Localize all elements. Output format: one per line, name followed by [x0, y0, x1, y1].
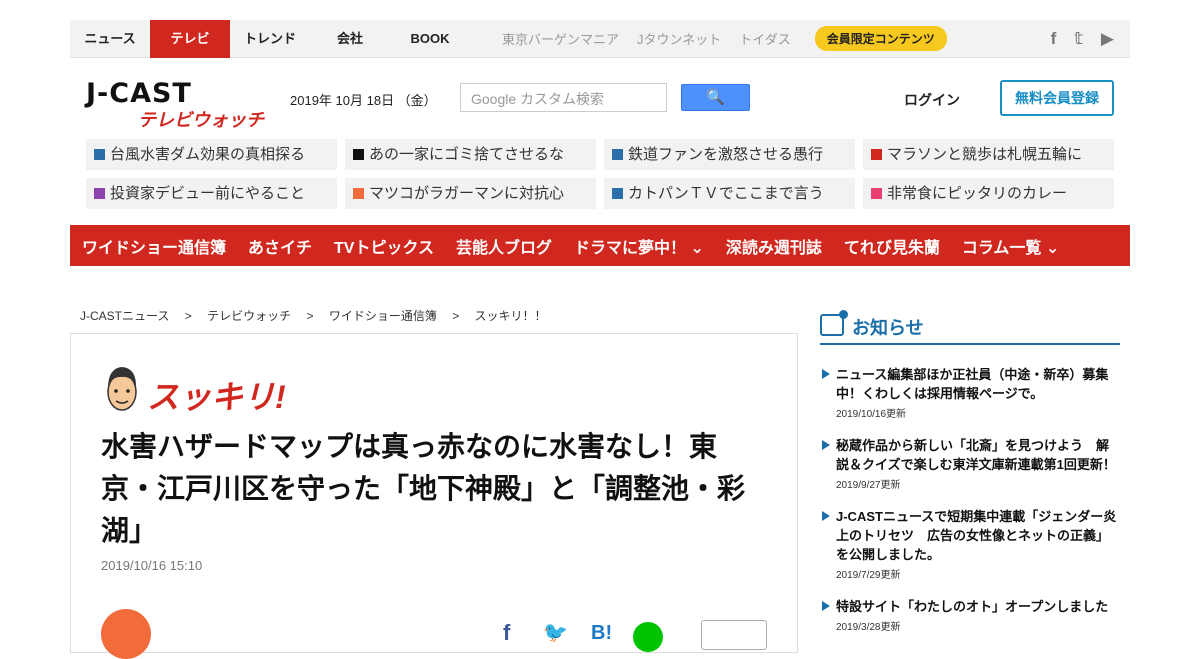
- article-headline: 水害ハザードマップは真っ赤なのに水害なし！東京・江戸川区を守った「地下神殿」と「…: [101, 431, 746, 546]
- topic-item[interactable]: 台風水害ダム効果の真相探る: [86, 139, 337, 170]
- nav-weekly-magazine[interactable]: 深読み週刊誌: [726, 234, 822, 258]
- facebook-icon[interactable]: f: [1051, 29, 1057, 49]
- search-button[interactable]: 🔍: [681, 84, 750, 111]
- topic-item[interactable]: あの一家にゴミ捨てさせるな: [345, 139, 596, 170]
- site-logo[interactable]: J-CAST テレビウォッチ: [86, 78, 266, 130]
- notice-date: 2019/9/27更新: [836, 480, 901, 491]
- breadcrumb-separator: >: [452, 309, 460, 323]
- breadcrumb-separator: >: [306, 309, 314, 323]
- notices-header: お知らせ: [820, 306, 1120, 345]
- bookmark-button[interactable]: [701, 620, 767, 650]
- topic-color-marker: [871, 149, 882, 160]
- topic-item[interactable]: マツコがラガーマンに対抗心: [345, 178, 596, 209]
- sidebar-notices: お知らせ ニュース編集部ほか正社員（中途・新卒）募集中！くわしくは採用情報ページ…: [820, 306, 1120, 633]
- author-avatar: [101, 609, 151, 659]
- logo-main: J-CAST: [86, 78, 192, 109]
- topic-item[interactable]: マラソンと競歩は札幌五輪に: [863, 139, 1114, 170]
- notice-title: 秘蔵作品から新しい「北斎」を見つけよう 解説＆クイズで楽しむ東洋文庫新連載第1回…: [836, 438, 1116, 472]
- breadcrumb-sukkiri[interactable]: スッキリ！！: [475, 309, 547, 323]
- breadcrumb: J-CASTニュース > テレビウォッチ > ワイドショー通信簿 > スッキリ！…: [80, 307, 559, 324]
- topic-color-marker: [871, 188, 882, 199]
- register-button[interactable]: 無料会員登録: [1000, 80, 1114, 116]
- search-input[interactable]: Google カスタム検索: [460, 83, 667, 112]
- breadcrumb-tvwatch[interactable]: テレビウォッチ: [207, 309, 291, 323]
- notice-item[interactable]: ニュース編集部ほか正社員（中途・新卒）募集中！くわしくは採用情報ページで。 20…: [820, 365, 1120, 420]
- article-card: スッキリ! 水害ハザードマップは真っ赤なのに水害なし！東京・江戸川区を守った「地…: [70, 333, 798, 659]
- logo-sub: テレビウォッチ: [138, 110, 264, 130]
- topic-item[interactable]: 非常食にピッタリのカレー: [863, 178, 1114, 209]
- topnav-bargain[interactable]: 東京バーゲンマニア: [502, 29, 619, 48]
- host-caricature-icon: [107, 367, 137, 411]
- share-line-icon[interactable]: [633, 622, 663, 652]
- notice-icon: [820, 310, 848, 336]
- notice-item[interactable]: 秘蔵作品から新しい「北斎」を見つけよう 解説＆クイズで楽しむ東洋文庫新連載第1回…: [820, 436, 1120, 491]
- notice-title: ニュース編集部ほか正社員（中途・新卒）募集中！くわしくは採用情報ページで。: [836, 367, 1109, 401]
- topnav-company[interactable]: 会社: [310, 20, 390, 58]
- nav-tv-topics[interactable]: TVトピックス: [334, 234, 434, 258]
- top-nav: ニュース テレビ トレンド 会社 BOOK 東京バーゲンマニア Jタウンネット …: [70, 19, 1130, 58]
- topic-color-marker: [94, 149, 105, 160]
- nav-terebi-mishuran[interactable]: てれび見朱蘭: [844, 234, 940, 258]
- share-hatena-icon[interactable]: B!: [591, 622, 612, 645]
- topic-grid: 台風水害ダム効果の真相探る あの一家にゴミ捨てさせるな 鉄道ファンを激怒させる愚…: [70, 139, 1130, 211]
- breadcrumb-wideshow[interactable]: ワイドショー通信簿: [329, 309, 437, 323]
- notice-title: J-CASTニュースで短期集中連載「ジェンダー炎上のトリセツ 広告の女性像とネッ…: [836, 509, 1117, 562]
- nav-drama-dropdown[interactable]: ドラマに夢中！ ⌄: [574, 234, 704, 258]
- topic-color-marker: [612, 149, 623, 160]
- search-icon: 🔍: [706, 89, 725, 106]
- social-links: f 𝕥 ▶: [1051, 29, 1114, 49]
- share-twitter-icon[interactable]: 🐦: [543, 620, 568, 645]
- topic-color-marker: [94, 188, 105, 199]
- notice-date: 2019/7/29更新: [836, 570, 901, 581]
- notices-title: お知らせ: [852, 318, 924, 338]
- topic-color-marker: [612, 188, 623, 199]
- site-header: J-CAST テレビウォッチ 2019年 10月 18日 （金） Google …: [70, 72, 1130, 130]
- topic-color-marker: [353, 188, 364, 199]
- nav-celebrity-blog[interactable]: 芸能人ブログ: [456, 234, 552, 258]
- topnav-toidas[interactable]: トイダス: [739, 29, 790, 48]
- article-date: 2019/10/16 15:10: [101, 558, 203, 573]
- notice-item[interactable]: 特設サイト「わたしのオト」オープンしました 2019/3/28更新: [820, 597, 1120, 633]
- program-logo[interactable]: スッキリ!: [147, 372, 286, 418]
- current-date: 2019年 10月 18日 （金）: [290, 93, 437, 108]
- topic-item[interactable]: カトパンＴＶでここまで言う: [604, 178, 855, 209]
- nav-wideshow[interactable]: ワイドショー通信簿: [82, 234, 226, 258]
- notice-date: 2019/10/16更新: [836, 409, 907, 420]
- topnav-book[interactable]: BOOK: [390, 20, 470, 58]
- topic-item[interactable]: 投資家デビュー前にやること: [86, 178, 337, 209]
- nav-column-dropdown[interactable]: コラム一覧 ⌄: [962, 234, 1059, 258]
- topic-color-marker: [353, 149, 364, 160]
- topnav-trend[interactable]: トレンド: [230, 20, 310, 58]
- breadcrumb-jcast[interactable]: J-CASTニュース: [80, 309, 169, 323]
- section-nav: ワイドショー通信簿 あさイチ TVトピックス 芸能人ブログ ドラマに夢中！ ⌄ …: [70, 225, 1130, 266]
- breadcrumb-separator: >: [184, 309, 192, 323]
- login-link[interactable]: ログイン: [904, 90, 960, 110]
- share-facebook-icon[interactable]: f: [503, 620, 510, 646]
- topnav-jtown[interactable]: Jタウンネット: [637, 29, 721, 48]
- members-only-badge[interactable]: 会員限定コンテンツ: [814, 26, 947, 51]
- topic-item[interactable]: 鉄道ファンを激怒させる愚行: [604, 139, 855, 170]
- topnav-news[interactable]: ニュース: [70, 20, 150, 58]
- nav-asaichi[interactable]: あさイチ: [248, 234, 312, 258]
- youtube-icon[interactable]: ▶: [1101, 29, 1114, 49]
- notice-title: 特設サイト「わたしのオト」オープンしました: [836, 599, 1109, 614]
- notice-item[interactable]: J-CASTニュースで短期集中連載「ジェンダー炎上のトリセツ 広告の女性像とネッ…: [820, 507, 1120, 581]
- topnav-tv[interactable]: テレビ: [150, 19, 230, 58]
- notice-date: 2019/3/28更新: [836, 622, 901, 633]
- twitter-icon[interactable]: 𝕥: [1074, 29, 1083, 49]
